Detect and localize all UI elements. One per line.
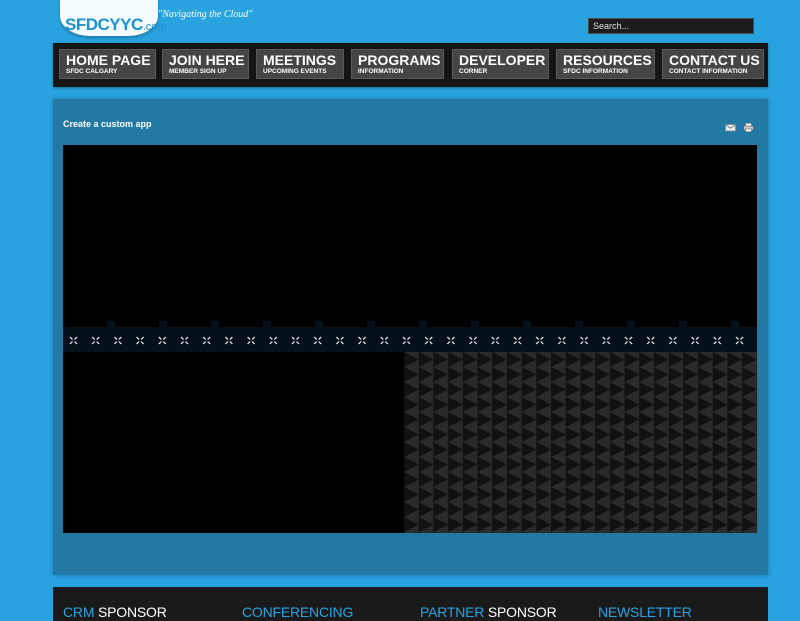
nav-item-sublabel: UPCOMING EVENTS: [263, 68, 327, 75]
main-nav: HOME PAGE SFDC CALGARY JOIN HERE MEMBER …: [53, 43, 768, 87]
logo-main-text: SFDCYYC: [65, 15, 143, 34]
email-icon[interactable]: [725, 123, 736, 132]
footer-heading-newsletter: NEWSLETTER: [598, 604, 692, 620]
footer: CRM SPONSOR CONFERENCING PARTNER SPONSOR…: [53, 587, 768, 621]
footer-heading-white-part: SPONSOR: [97, 604, 167, 620]
footer-heading-white-part: SPONSOR: [487, 604, 557, 620]
logo-suffix-text: .com: [142, 21, 167, 33]
nav-item-sublabel: INFORMATION: [358, 68, 404, 75]
nav-item-developer[interactable]: DEVELOPER CORNER: [452, 49, 549, 79]
nav-item-sublabel: CORNER: [459, 68, 488, 75]
nav-item-meetings[interactable]: MEETINGS UPCOMING EVENTS: [256, 49, 344, 79]
nav-item-sublabel: SFDC CALGARY: [66, 68, 118, 75]
nav-item-label: DEVELOPER: [459, 52, 546, 68]
footer-heading-crm-sponsor: CRM SPONSOR: [63, 604, 167, 620]
nav-item-sublabel: CONTACT INFORMATION: [669, 68, 748, 75]
nav-item-label: JOIN HERE: [169, 52, 245, 68]
search-input[interactable]: [588, 18, 754, 34]
site-logo[interactable]: SFDCYYC.com: [60, 0, 167, 38]
footer-heading-conferencing: CONFERENCING: [242, 604, 353, 620]
article-title: Create a custom app: [63, 119, 152, 129]
nav-item-label: RESOURCES: [563, 52, 652, 68]
nav-item-label: HOME PAGE: [66, 52, 151, 68]
nav-item-resources[interactable]: RESOURCES SFDC INFORMATION: [556, 49, 655, 79]
logo-text: SFDCYYC.com: [65, 15, 167, 35]
footer-heading-blue-part: CRM: [63, 604, 98, 620]
nav-item-label: PROGRAMS: [358, 52, 441, 68]
footer-heading-blue-part: PARTNER: [420, 604, 488, 620]
footer-heading-blue-part: CONFERENCING: [242, 604, 354, 620]
loading-strip: [63, 321, 757, 352]
nav-item-join-here[interactable]: JOIN HERE MEMBER SIGN UP: [162, 49, 249, 79]
nav-item-contact-us[interactable]: CONTACT US CONTACT INFORMATION: [662, 49, 764, 79]
nav-item-sublabel: SFDC INFORMATION: [563, 68, 628, 75]
footer-heading-partner-sponsor: PARTNER SPONSOR: [420, 604, 557, 620]
content-panel: Create a custom app: [53, 99, 768, 575]
nav-item-home-page[interactable]: HOME PAGE SFDC CALGARY: [59, 49, 156, 79]
nav-item-label: MEETINGS: [263, 52, 337, 68]
print-icon[interactable]: [743, 123, 754, 132]
embedded-video-player[interactable]: [63, 145, 757, 533]
nav-item-label: CONTACT US: [669, 52, 760, 68]
nav-item-programs[interactable]: PROGRAMS INFORMATION: [351, 49, 444, 79]
nav-item-sublabel: MEMBER SIGN UP: [169, 68, 227, 75]
footer-heading-blue-part: NEWSLETTER: [598, 604, 692, 620]
site-tagline: "Navigating the Cloud": [158, 9, 253, 20]
triangle-pattern: [404, 352, 757, 533]
